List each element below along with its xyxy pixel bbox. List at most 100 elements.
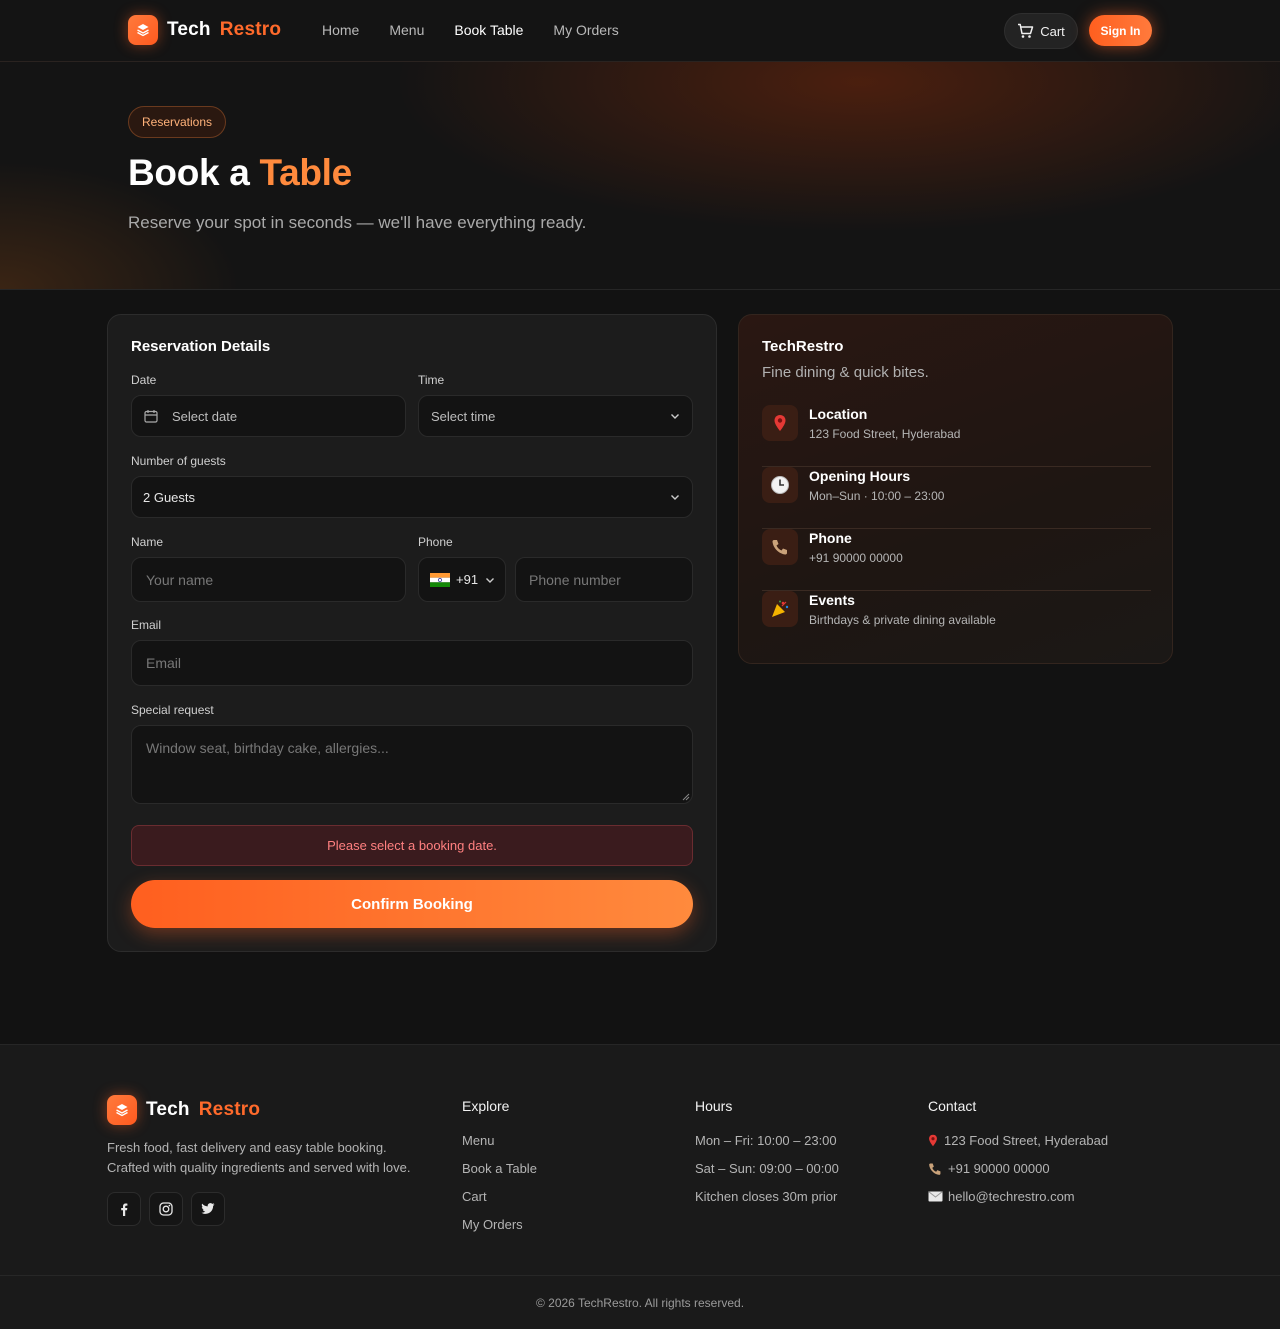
info-item-opening-hours: Opening Hours Mon–Sun · 10:00 – 23:00 [762,467,1151,529]
brand-word-1: Tech [167,19,211,40]
resize-handle-icon[interactable] [682,793,690,801]
chevron-down-icon [671,495,679,500]
name-input[interactable]: Your name [131,557,406,602]
footer-hours-heading: Hours [695,1098,733,1114]
chevron-down-icon [486,577,495,583]
info-tagline: Fine dining & quick bites. [762,364,929,381]
page-subtitle: Reserve your spot in seconds — we'll hav… [128,213,587,232]
special-request-textarea[interactable]: Window seat, birthday cake, allergies... [131,725,693,804]
footer-link-my-orders[interactable]: My Orders [462,1216,537,1233]
hero-section: Reservations Book a Table Reserve your s… [0,62,1280,290]
logo-icon [128,15,158,45]
location-pin-icon [762,405,798,441]
nav-link-book-table[interactable]: Book Table [454,22,523,38]
info-item-detail: 123 Food Street, Hyderabad [809,427,961,441]
info-item-title: Events [809,592,855,608]
info-item-location: Location 123 Food Street, Hyderabad [762,405,1151,467]
footer-contact-phone-text: +91 90000 00000 [948,1161,1050,1176]
time-label: Time [418,373,445,387]
reservation-form-card: Reservation Details Date Select date Tim… [107,314,717,952]
page-title-main: Book a [128,152,250,193]
brand-word-2: Restro [198,1099,261,1120]
special-request-label: Special request [131,703,214,717]
location-pin-icon [929,1134,937,1147]
footer-description-line: Crafted with quality ingredients and ser… [107,1160,411,1175]
footer-link-menu[interactable]: Menu [462,1132,537,1149]
top-navbar: Tech Restro Home Menu Book Table My Orde… [0,0,1280,62]
logo-icon [107,1095,137,1125]
guests-value: 2 Guests [143,489,196,505]
info-title: TechRestro [762,338,844,355]
phone-input[interactable]: Phone number [515,557,693,602]
info-item-title: Location [809,406,868,422]
info-item-phone: Phone +91 90000 00000 [762,529,1151,591]
site-footer: Tech Restro Fresh food, fast delivery an… [0,1044,1280,1329]
phone-icon [762,529,798,565]
nav-link-my-orders[interactable]: My Orders [553,22,618,38]
info-item-title: Phone [809,530,852,546]
guests-select[interactable]: 2 Guests [131,476,693,518]
footer-contact-address: 123 Food Street, Hyderabad [928,1132,1108,1149]
sign-in-button[interactable]: Sign In [1089,15,1152,46]
footer-explore-heading: Explore [462,1098,510,1114]
nav-link-home[interactable]: Home [322,22,359,38]
nav-link-menu[interactable]: Menu [389,22,424,38]
info-item-detail: Birthdays & private dining available [809,613,996,627]
cart-icon [1018,23,1034,38]
cart-button[interactable]: Cart [1004,13,1078,49]
email-placeholder: Email [146,655,182,671]
footer-brand-logo[interactable]: Tech Restro [107,1095,260,1125]
date-label: Date [131,373,157,387]
info-item-detail: +91 90000 00000 [809,551,903,565]
footer-hours-kitchen: Kitchen closes 30m prior [695,1189,838,1204]
footer-link-cart[interactable]: Cart [462,1188,537,1205]
date-picker[interactable]: Select date [131,395,406,437]
brand-logo[interactable]: Tech Restro [128,15,281,45]
footer-description: Fresh food, fast delivery and easy table… [107,1138,447,1178]
instagram-button[interactable] [149,1192,183,1226]
email-label: Email [131,618,162,632]
country-code-select[interactable]: +91 [418,557,506,602]
name-label: Name [131,535,164,549]
twitter-icon [201,1203,215,1214]
time-select[interactable]: Select time [418,395,693,437]
reservations-badge: Reservations [128,106,227,138]
date-placeholder: Select date [172,408,238,424]
special-request-placeholder: Window seat, birthday cake, allergies... [146,740,389,756]
brand-word-2: Restro [219,19,282,40]
error-message: Please select a booking date. [131,825,693,866]
footer-link-book-table[interactable]: Book a Table [462,1160,537,1177]
page-title: Book a Table [128,152,352,194]
brand-word-1: Tech [146,1099,190,1120]
party-popper-icon [762,591,798,627]
email-input[interactable]: Email [131,640,693,686]
twitter-button[interactable] [191,1192,225,1226]
footer-contact-heading: Contact [928,1098,977,1114]
calendar-icon [144,410,158,423]
page-title-accent: Table [259,152,353,193]
instagram-icon [159,1202,173,1216]
footer-description-line: Fresh food, fast delivery and easy table… [107,1140,387,1155]
guests-label: Number of guests [131,454,226,468]
chevron-down-icon [671,414,679,419]
footer-hours-weekend: Sat – Sun: 09:00 – 00:00 [695,1161,839,1176]
restaurant-info-card: TechRestro Fine dining & quick bites. Lo… [738,314,1173,664]
copyright: © 2026 TechRestro. All rights reserved. [0,1275,1280,1329]
info-item-detail: Mon–Sun · 10:00 – 23:00 [809,489,945,503]
footer-hours-weekday: Mon – Fri: 10:00 – 23:00 [695,1133,837,1148]
info-item-title: Opening Hours [809,468,911,484]
india-flag-icon [430,572,450,587]
cart-label: Cart [1040,23,1065,39]
facebook-button[interactable] [107,1192,141,1226]
info-item-events: Events Birthdays & private dining availa… [762,591,1151,653]
country-code-value: +91 [456,572,479,587]
facebook-icon [121,1203,128,1216]
footer-contact-address-text: 123 Food Street, Hyderabad [944,1133,1109,1148]
footer-contact-email: hello@techrestro.com [928,1188,1108,1205]
form-title: Reservation Details [131,338,271,355]
confirm-booking-button[interactable]: Confirm Booking [131,880,693,928]
phone-icon [929,1163,941,1175]
time-placeholder: Select time [431,408,496,424]
footer-contact-phone: +91 90000 00000 [928,1160,1108,1177]
phone-label: Phone [418,535,453,549]
